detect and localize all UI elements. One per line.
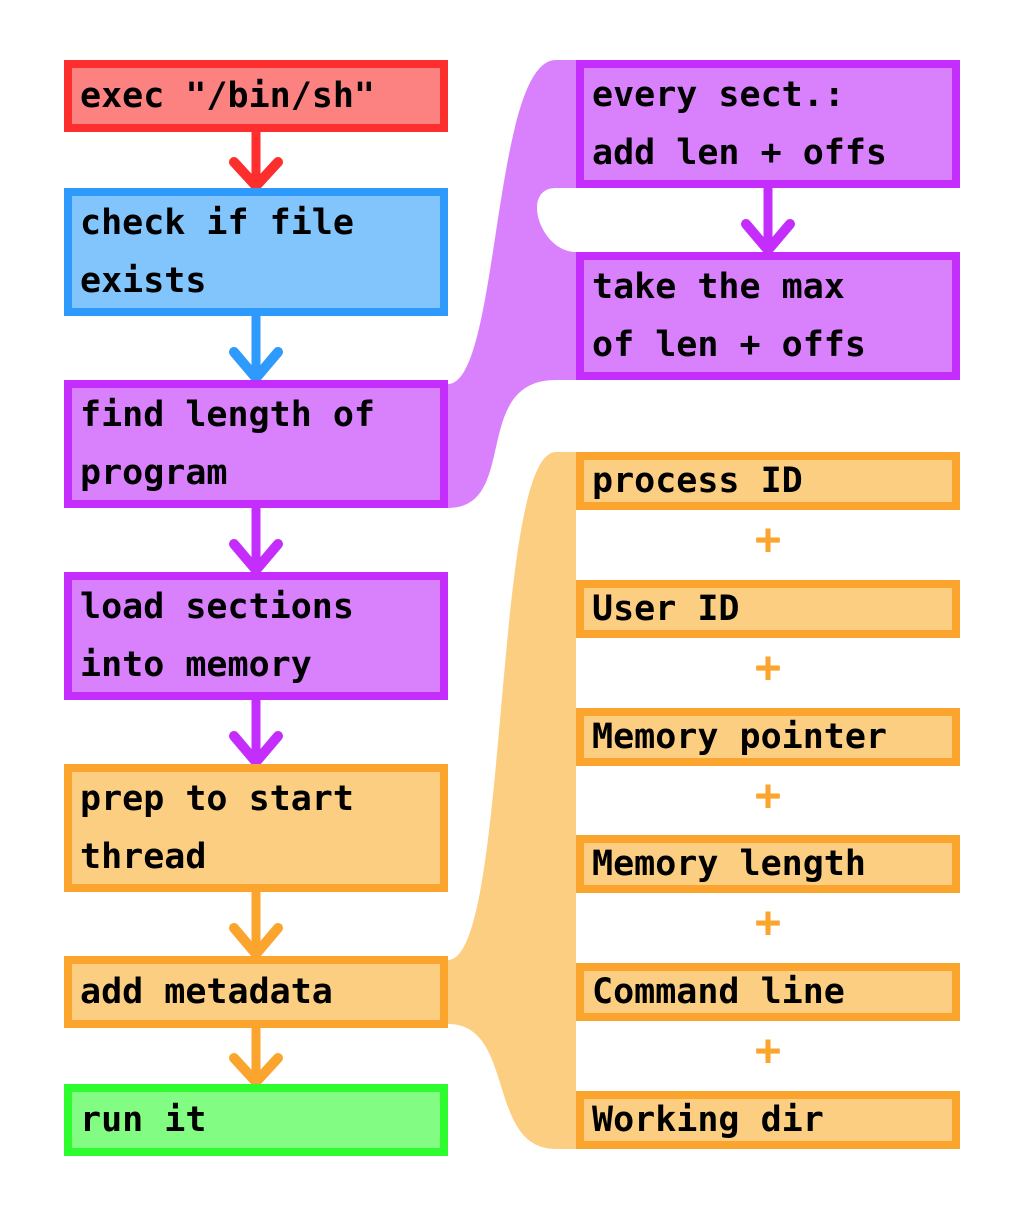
node-find-length-line-1: find length of: [80, 395, 376, 435]
node-prep-thread[interactable]: prep to start thread: [64, 764, 448, 892]
node-check-file-exists[interactable]: check if file exists: [64, 188, 448, 316]
arrow-check-to-find: [229, 316, 283, 383]
node-command-line[interactable]: Command line: [576, 963, 960, 1021]
arrow-metadata-to-run: [229, 1028, 283, 1087]
node-memory-pointer-label: Memory pointer: [592, 717, 888, 757]
node-find-length[interactable]: find length of program: [64, 380, 448, 508]
node-process-id-label: process ID: [592, 461, 803, 501]
node-working-dir-label: Working dir: [592, 1100, 824, 1140]
node-every-section-line-2: add len + offs: [592, 133, 888, 173]
node-check-file-exists-line-1: check if file: [80, 203, 354, 243]
node-load-sections-line-2: into memory: [80, 645, 312, 685]
node-add-metadata-line-1: add metadata: [80, 972, 333, 1012]
node-check-file-exists-line-2: exists: [80, 261, 207, 301]
node-add-metadata[interactable]: add metadata: [64, 956, 448, 1028]
purple-ribbon-connector: [448, 60, 576, 508]
arrow-exec-to-check: [229, 132, 283, 191]
node-prep-thread-line-1: prep to start: [80, 779, 354, 819]
node-every-section-line-1: every sect.:: [592, 75, 845, 115]
node-working-dir[interactable]: Working dir: [576, 1091, 960, 1149]
node-process-id[interactable]: process ID: [576, 452, 960, 510]
node-run-it[interactable]: run it: [64, 1084, 448, 1156]
node-command-line-label: Command line: [592, 972, 845, 1012]
node-prep-thread-line-2: thread: [80, 837, 207, 877]
node-memory-pointer[interactable]: Memory pointer: [576, 708, 960, 766]
node-user-id-label: User ID: [592, 589, 740, 629]
node-find-length-line-2: program: [80, 453, 228, 493]
node-take-max-line-2: of len + offs: [592, 325, 866, 365]
node-memory-length-label: Memory length: [592, 844, 866, 884]
node-take-max-line-1: take the max: [592, 267, 845, 307]
separator-plus-2: +: [754, 642, 782, 693]
separator-plus-3: +: [754, 770, 782, 821]
arrow-prep-to-metadata: [229, 892, 283, 959]
node-every-section[interactable]: every sect.: add len + offs: [576, 60, 960, 188]
flowchart-canvas: exec "/bin/sh" check if file exists find…: [0, 0, 1024, 1216]
arrow-load-to-prep: [229, 700, 283, 767]
node-take-max[interactable]: take the max of len + offs: [576, 252, 960, 380]
node-memory-length[interactable]: Memory length: [576, 835, 960, 893]
separator-plus-4: +: [754, 897, 782, 948]
node-run-it-line-1: run it: [80, 1100, 207, 1140]
separator-plus-5: +: [754, 1025, 782, 1076]
node-exec-line-1: exec "/bin/sh": [80, 76, 376, 116]
node-load-sections-line-1: load sections: [80, 587, 354, 627]
node-exec[interactable]: exec "/bin/sh": [64, 60, 448, 132]
node-load-sections[interactable]: load sections into memory: [64, 572, 448, 700]
node-user-id[interactable]: User ID: [576, 580, 960, 638]
separator-plus-1: +: [754, 514, 782, 565]
orange-ribbon-connector: [448, 452, 576, 1149]
arrow-every-to-max: [741, 188, 795, 255]
arrow-find-to-load: [229, 508, 283, 575]
